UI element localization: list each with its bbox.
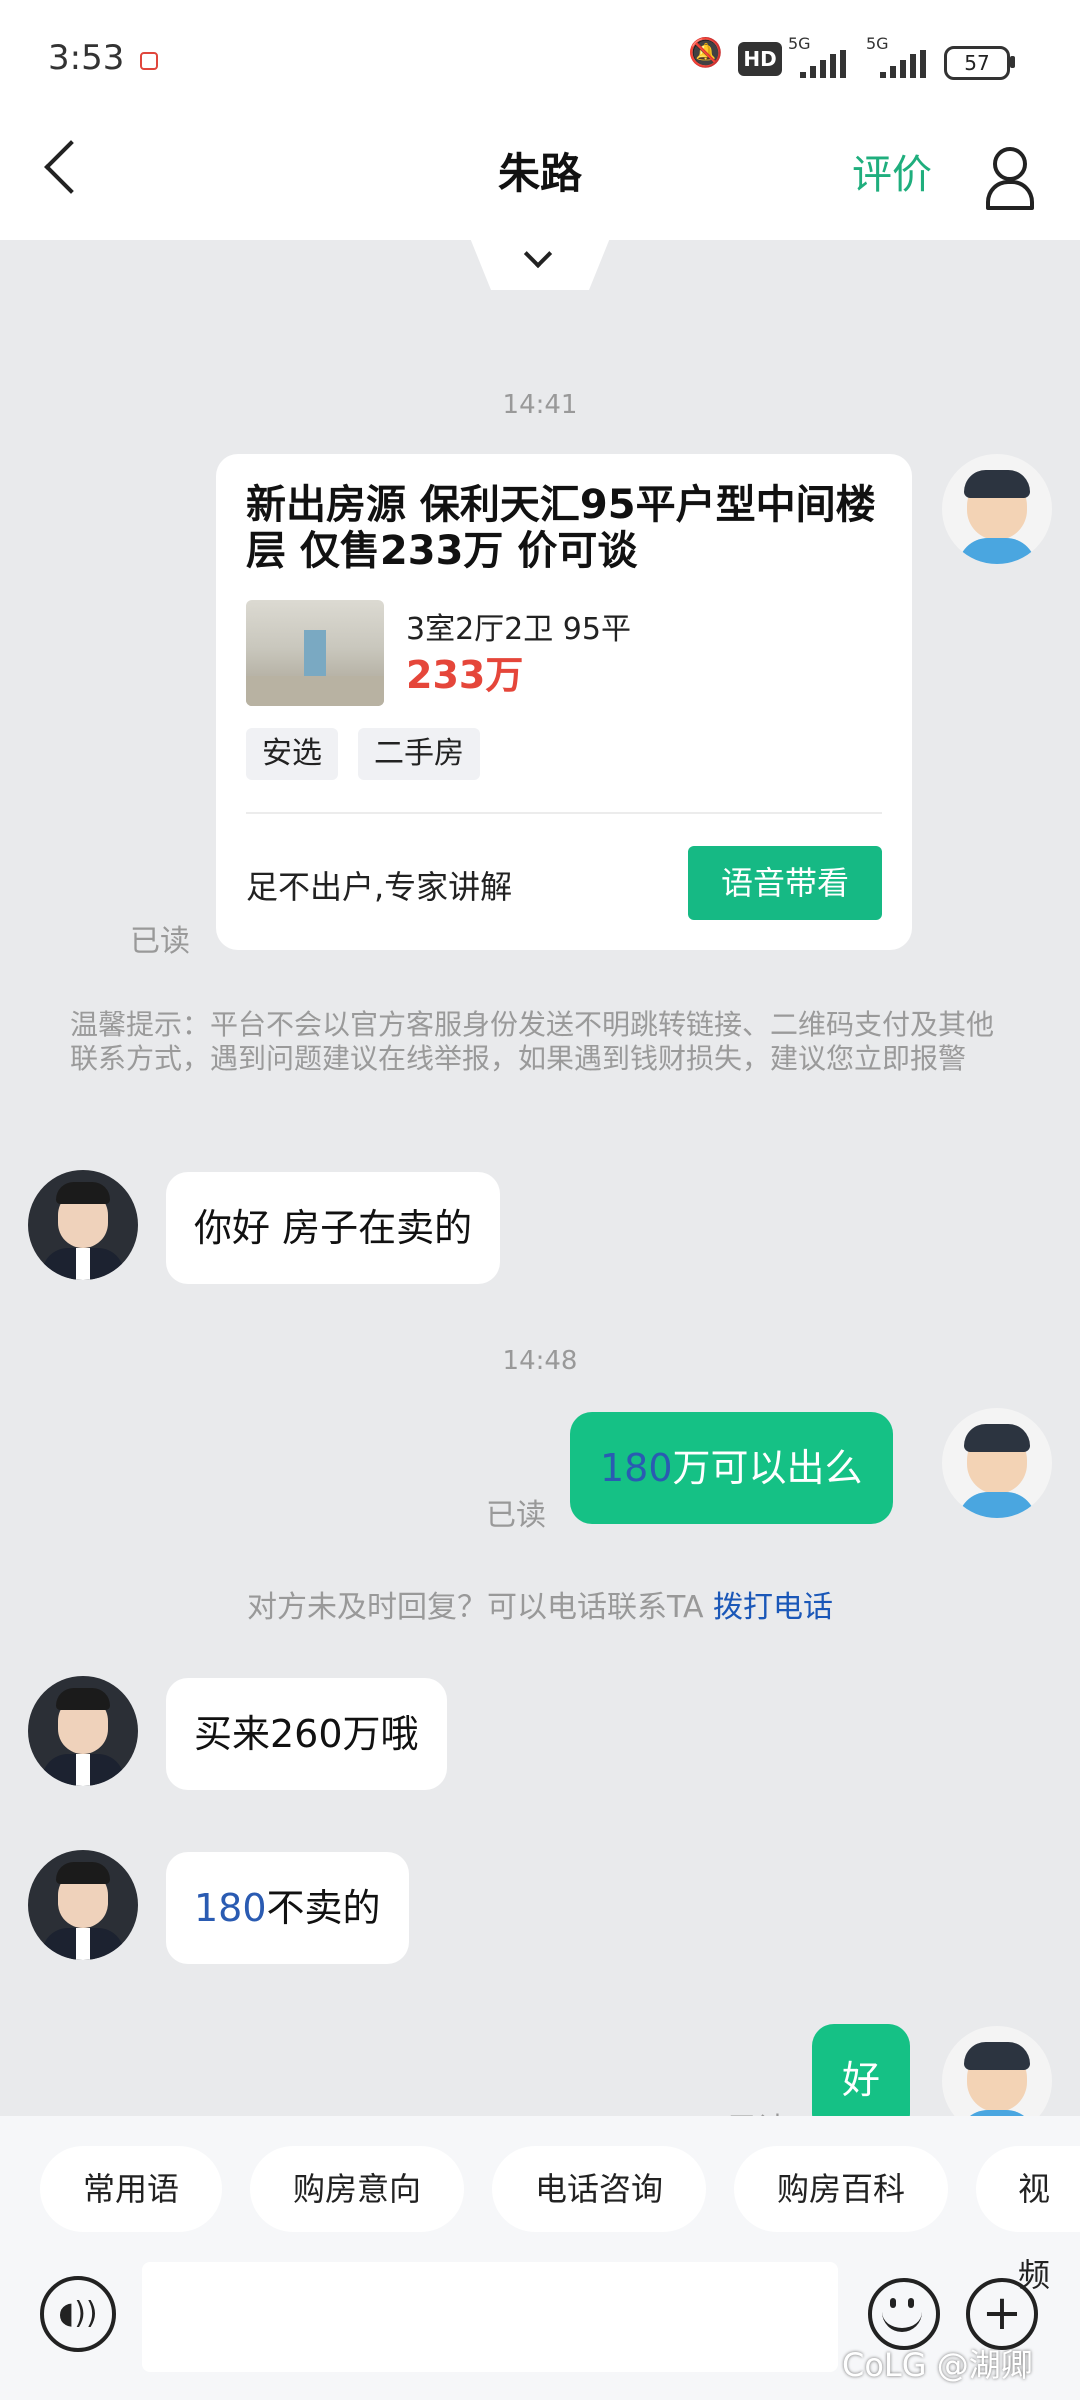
avatar[interactable] (942, 1408, 1052, 1518)
tag-secondhand: 二手房 (358, 728, 480, 780)
quick-reply-encyclopedia[interactable]: 购房百科 (734, 2146, 948, 2232)
message-bubble-in: 180不卖的 (166, 1852, 409, 1964)
listing-layout: 3室2厅2卫 95平 (406, 612, 631, 647)
quick-reply-video[interactable]: 视频 (976, 2146, 1080, 2294)
hd-badge: HD (738, 42, 782, 76)
listing-price: 233万 (406, 653, 524, 697)
watermark: CoLG @湖卿 (842, 2346, 1033, 2384)
listing-photo (246, 600, 384, 706)
profile-icon[interactable] (993, 147, 1027, 181)
mute-icon: 🔕 (688, 36, 723, 69)
signal-icon (800, 50, 852, 78)
message-bubble-in: 买来260万哦 (166, 1678, 447, 1790)
quick-reply-common[interactable]: 常用语 (40, 2146, 222, 2232)
rate-button[interactable]: 评价 (852, 142, 932, 200)
record-icon (140, 52, 158, 70)
message-bubble-in: 你好 房子在卖的 (166, 1172, 501, 1284)
battery-icon: 57 (944, 46, 1010, 80)
listing-title: 新出房源 保利天汇95平户型中间楼层 仅售233万 价可谈 (246, 482, 876, 574)
listing-footer-text: 足不出户,专家讲解 (246, 868, 513, 906)
signal-icon-2 (880, 50, 932, 78)
tag-anxuan: 安选 (246, 728, 338, 780)
message-number: 180 (600, 1446, 673, 1490)
read-receipt: 已读 (130, 924, 190, 959)
call-link[interactable]: 拨打电话 (713, 1590, 833, 1625)
agent-avatar[interactable] (28, 1850, 138, 1960)
message-text: 万可以出么 (672, 1446, 863, 1490)
avatar[interactable] (942, 454, 1052, 564)
call-hint: 对方未及时回复？可以电话联系TA 拨打电话 (0, 1582, 1080, 1626)
message-input[interactable] (142, 2262, 838, 2372)
quick-reply-intent[interactable]: 购房意向 (250, 2146, 464, 2232)
safety-notice: 温馨提示：平台不会以官方客服身份发送不明跳转链接、二维码支付及其他联系方式，遇到… (70, 1008, 995, 1075)
divider (246, 812, 882, 814)
agent-avatar[interactable] (28, 1676, 138, 1786)
call-hint-text: 对方未及时回复？可以电话联系TA (246, 1590, 714, 1625)
status-time: 3:53 (48, 38, 125, 78)
timestamp: 14:48 (502, 1346, 578, 1376)
message-text: 不卖的 (266, 1886, 381, 1930)
voice-tour-button[interactable]: 语音带看 (688, 846, 882, 920)
quick-reply-phone[interactable]: 电话咨询 (492, 2146, 706, 2232)
timestamp: 14:41 (502, 390, 578, 420)
battery-tip (1010, 56, 1015, 68)
read-receipt: 已读 (486, 1498, 546, 1533)
message-bubble-out: 180万可以出么 (570, 1412, 893, 1524)
emoji-eye-left (890, 2298, 896, 2308)
message-number: 180 (194, 1886, 267, 1930)
agent-avatar[interactable] (28, 1170, 138, 1280)
emoji-eye-right (908, 2298, 914, 2308)
voice-input-icon[interactable]: ◖)) (40, 2276, 116, 2352)
